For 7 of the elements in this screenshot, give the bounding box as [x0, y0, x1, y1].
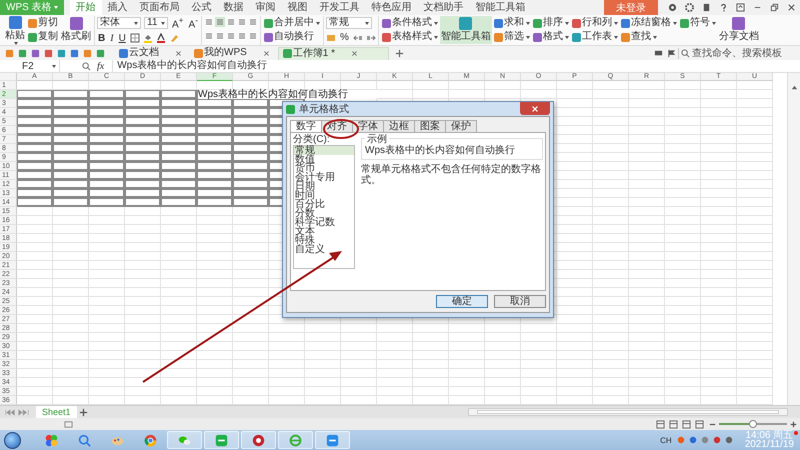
category-label: 分类(C): — [293, 135, 331, 145]
format-description: 常规单元格格式不包含任何特定的数字格式。 — [361, 164, 542, 186]
date-text: 2021/11/19 — [744, 440, 794, 450]
sample-text: Wps表格中的长内容如何自动换行 — [365, 145, 516, 156]
dialog-title: 单元格格式 — [299, 102, 349, 116]
sample-label: 示例 — [365, 135, 389, 145]
time-text: 14:06 周五 — [745, 430, 794, 440]
